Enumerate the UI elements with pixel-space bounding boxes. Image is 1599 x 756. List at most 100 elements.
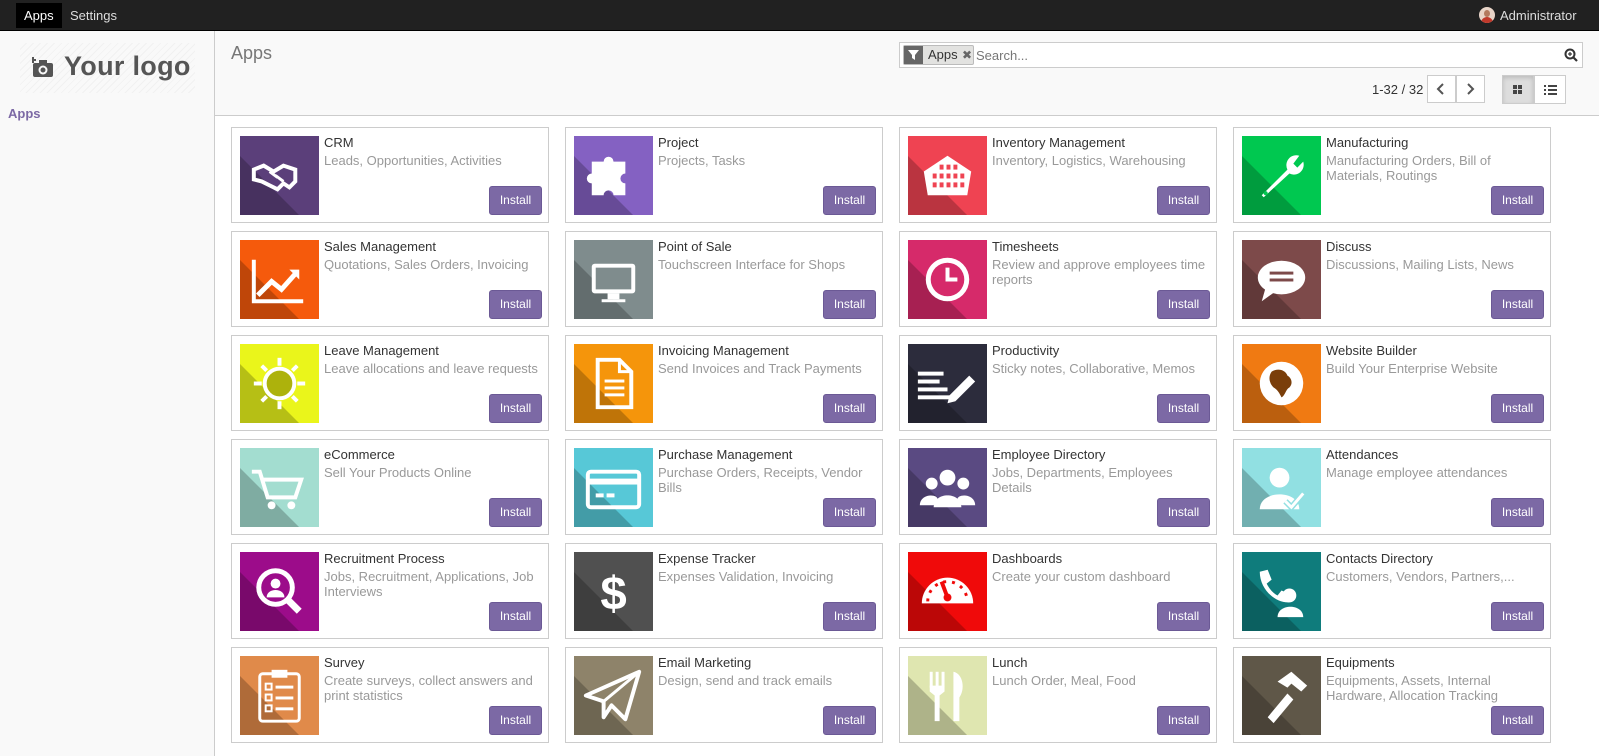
app-icon[interactable]	[908, 136, 987, 215]
app-card[interactable]: Employee Directory Jobs, Departments, Emp…	[899, 439, 1217, 535]
app-card[interactable]: Productivity Sticky notes, Collaborative,…	[899, 335, 1217, 431]
app-card[interactable]: Project Projects, Tasks Install	[565, 127, 883, 223]
install-button[interactable]: Install	[1491, 394, 1544, 423]
app-card[interactable]: Dashboards Create your custom dashboard In…	[899, 543, 1217, 639]
magnifier-user-icon	[256, 568, 302, 614]
pager-value[interactable]: 1-32 / 32	[1372, 82, 1423, 97]
app-card[interactable]: Purchase Management Purchase Orders, Rece…	[565, 439, 883, 535]
company-logo[interactable]: Your logo	[20, 43, 195, 93]
app-card[interactable]: Discuss Discussions, Mailing Lists, News I…	[1233, 231, 1551, 327]
list-view-button[interactable]	[1534, 75, 1566, 104]
app-card[interactable]: Attendances Manage employee attendances In…	[1233, 439, 1551, 535]
logo-text: Your logo	[64, 51, 191, 81]
app-icon[interactable]	[574, 344, 653, 423]
app-icon[interactable]	[240, 552, 319, 631]
install-button[interactable]: Install	[489, 290, 542, 319]
install-button[interactable]: Install	[823, 186, 876, 215]
app-icon[interactable]	[1242, 448, 1321, 527]
install-button[interactable]: Install	[1491, 602, 1544, 631]
install-button[interactable]: Install	[489, 602, 542, 631]
install-button[interactable]: Install	[489, 706, 542, 735]
gauge-icon	[921, 577, 974, 604]
install-button[interactable]: Install	[1157, 290, 1210, 319]
install-button[interactable]: Install	[1491, 498, 1544, 527]
app-summary: Quotations, Sales Orders, Invoicing	[324, 257, 529, 272]
app-card[interactable]: Survey Create surveys, collect answers an…	[231, 647, 549, 743]
app-card[interactable]: $ Expense Tracker Expenses Validation, Inv…	[565, 543, 883, 639]
app-icon[interactable]	[1242, 656, 1321, 735]
install-button[interactable]: Install	[823, 602, 876, 631]
app-icon[interactable]	[240, 240, 319, 319]
install-button[interactable]: Install	[1157, 498, 1210, 527]
chevron-right-icon	[1467, 83, 1475, 95]
app-icon[interactable]: $	[574, 552, 653, 631]
app-card[interactable]: Website Builder Build Your Enterprise Web…	[1233, 335, 1551, 431]
app-card[interactable]: Inventory Management Inventory, Logistics…	[899, 127, 1217, 223]
app-card[interactable]: Contacts Directory Customers, Vendors, Pa…	[1233, 543, 1551, 639]
menu-settings[interactable]: Settings	[62, 3, 125, 28]
install-button[interactable]: Install	[1491, 290, 1544, 319]
apps-kanban: CRM Leads, Opportunities, Activities Insta…	[215, 116, 1599, 756]
app-icon[interactable]	[1242, 136, 1321, 215]
app-icon[interactable]	[908, 448, 987, 527]
app-icon[interactable]	[240, 344, 319, 423]
app-name: Sales Management	[324, 239, 437, 254]
sidebar-item-apps[interactable]: Apps	[8, 106, 41, 121]
menu-apps[interactable]: Apps	[16, 3, 62, 28]
user-menu[interactable]: Administrator	[1479, 0, 1599, 31]
users-icon	[919, 469, 976, 508]
app-icon[interactable]	[240, 136, 319, 215]
app-card[interactable]: Leave Management Leave allocations and le…	[231, 335, 549, 431]
app-card[interactable]: Lunch Lunch Order, Meal, Food Install	[899, 647, 1217, 743]
install-button[interactable]: Install	[823, 394, 876, 423]
app-icon[interactable]	[908, 344, 987, 423]
install-button[interactable]: Install	[1157, 706, 1210, 735]
app-icon[interactable]	[1242, 344, 1321, 423]
pager-next-button[interactable]	[1456, 75, 1485, 103]
app-icon[interactable]	[908, 240, 987, 319]
app-icon[interactable]	[574, 240, 653, 319]
app-icon[interactable]	[908, 552, 987, 631]
app-card[interactable]: Email Marketing Design, send and track em…	[565, 647, 883, 743]
app-icon[interactable]	[240, 656, 319, 735]
search-input[interactable]	[976, 45, 1536, 65]
app-icon[interactable]	[1242, 552, 1321, 631]
app-card[interactable]: Point of Sale Touchscreen Interface for S…	[565, 231, 883, 327]
app-card[interactable]: Timesheets Review and approve employees t…	[899, 231, 1217, 327]
chart-icon	[251, 259, 304, 304]
app-card[interactable]: CRM Leads, Opportunities, Activities Insta…	[231, 127, 549, 223]
app-name: Lunch	[992, 655, 1028, 670]
install-button[interactable]: Install	[489, 498, 542, 527]
app-icon[interactable]	[1242, 240, 1321, 319]
app-name: Contacts Directory	[1326, 551, 1433, 566]
app-card[interactable]: Invoicing Management Send Invoices and Tr…	[565, 335, 883, 431]
app-icon[interactable]	[574, 448, 653, 527]
app-icon[interactable]	[908, 656, 987, 735]
globe-icon	[1259, 361, 1304, 406]
install-button[interactable]: Install	[1157, 394, 1210, 423]
install-button[interactable]: Install	[823, 498, 876, 527]
app-icon[interactable]	[240, 448, 319, 527]
install-button[interactable]: Install	[1491, 186, 1544, 215]
app-name: Expense Tracker	[658, 551, 756, 566]
install-button[interactable]: Install	[1491, 706, 1544, 735]
install-button[interactable]: Install	[1157, 186, 1210, 215]
facet-remove-icon[interactable]: ✖	[962, 46, 972, 64]
app-icon[interactable]	[574, 136, 653, 215]
app-card[interactable]: Recruitment Process Jobs, Recruitment, Ap…	[231, 543, 549, 639]
app-summary: Jobs, Departments, Employees Details	[992, 465, 1173, 495]
app-icon[interactable]	[574, 656, 653, 735]
search-icon[interactable]	[1564, 48, 1578, 62]
install-button[interactable]: Install	[823, 290, 876, 319]
install-button[interactable]: Install	[489, 394, 542, 423]
install-button[interactable]: Install	[1157, 602, 1210, 631]
install-button[interactable]: Install	[823, 706, 876, 735]
phone-contact-icon	[1259, 569, 1304, 618]
app-card[interactable]: Sales Management Quotations, Sales Orders…	[231, 231, 549, 327]
app-card[interactable]: Manufacturing Manufacturing Orders, Bill …	[1233, 127, 1551, 223]
pager-previous-button[interactable]	[1427, 75, 1456, 103]
app-card[interactable]: Equipments Equipments, Assets, Internal H…	[1233, 647, 1551, 743]
app-card[interactable]: eCommerce Sell Your Products Online Instal…	[231, 439, 549, 535]
kanban-view-button[interactable]	[1502, 75, 1534, 104]
install-button[interactable]: Install	[489, 186, 542, 215]
